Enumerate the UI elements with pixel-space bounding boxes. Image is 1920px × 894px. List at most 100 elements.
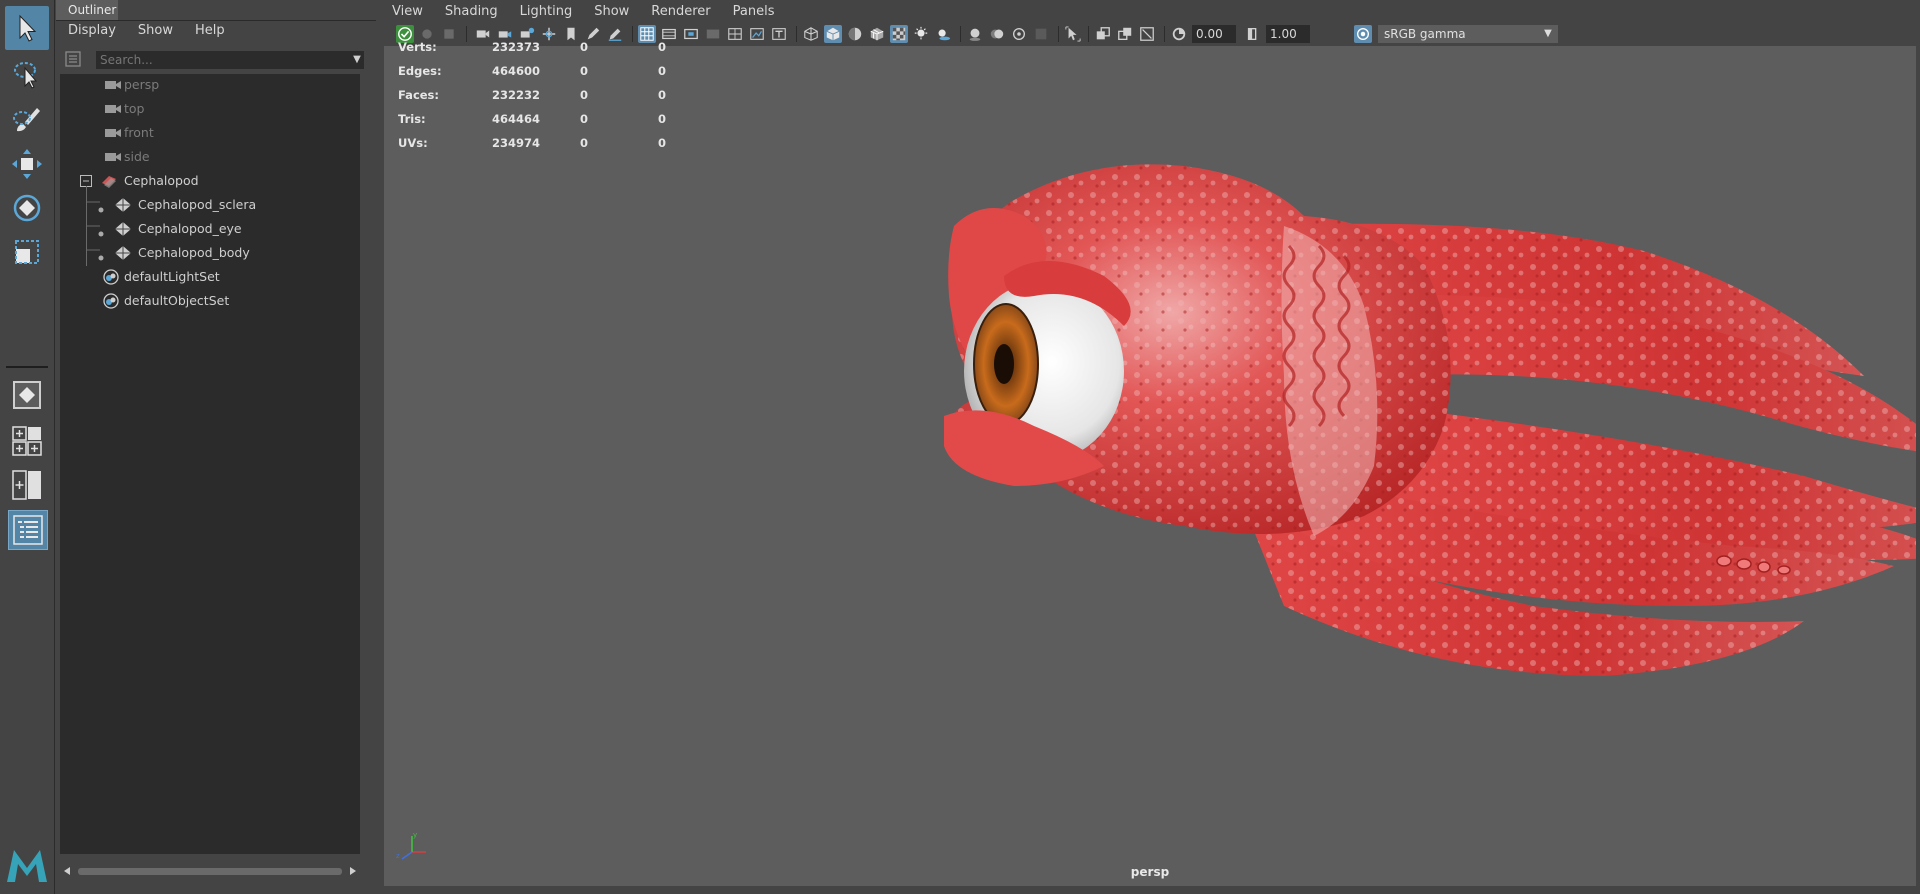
gate-mask-icon[interactable] — [704, 25, 722, 43]
depth-of-field-icon[interactable] — [1032, 25, 1050, 43]
safe-action-icon[interactable] — [748, 25, 766, 43]
menu-renderer[interactable]: Renderer — [651, 4, 710, 19]
hud-label: UVs: — [398, 136, 428, 150]
list-item-default-light-set[interactable]: defaultLightSet — [60, 266, 360, 288]
toolbar-separator — [1058, 26, 1059, 42]
exposure-icon[interactable] — [1170, 25, 1188, 43]
scale-tool-icon[interactable] — [5, 230, 49, 274]
anti-aliasing-icon[interactable] — [1010, 25, 1028, 43]
list-item-cephalopod-eye[interactable]: Cephalopod_eye — [60, 218, 360, 240]
smooth-shade-icon[interactable] — [824, 25, 842, 43]
hud-value: 0 — [580, 112, 589, 126]
screen-space-ao-icon[interactable] — [966, 25, 984, 43]
hud-value: 0 — [580, 136, 589, 150]
hud-value: 0 — [580, 88, 589, 102]
four-pane-layout-icon[interactable] — [8, 422, 46, 460]
list-item-default-object-set[interactable]: defaultObjectSet — [60, 290, 360, 312]
outliner-layout-icon[interactable] — [8, 510, 48, 550]
use-all-lights-icon[interactable] — [912, 25, 930, 43]
list-item-cephalopod-sclera[interactable]: Cephalopod_sclera — [60, 194, 360, 216]
camera-name-label: persp — [1130, 865, 1170, 879]
gamma-field[interactable]: 1.00 — [1266, 25, 1310, 43]
default-material-icon[interactable] — [846, 25, 864, 43]
list-item-label: Cephalopod_sclera — [138, 197, 257, 212]
camera-icon — [104, 77, 122, 93]
resolution-gate-icon[interactable] — [682, 25, 700, 43]
move-tool-icon[interactable] — [5, 142, 49, 186]
xray-joints-icon[interactable] — [1138, 25, 1156, 43]
field-chart-icon[interactable] — [726, 25, 744, 43]
chevron-down-icon[interactable]: ▼ — [350, 53, 364, 67]
outliner-search-input[interactable] — [96, 51, 364, 69]
hud-label: Edges: — [398, 64, 442, 78]
scrollbar-thumb[interactable] — [78, 868, 342, 875]
camera-icon — [104, 125, 122, 141]
chevron-down-icon[interactable]: ▼ — [1538, 25, 1558, 43]
gamma-icon[interactable] — [1244, 25, 1262, 43]
select-tool-icon[interactable] — [5, 6, 49, 50]
shadows-icon[interactable] — [934, 25, 952, 43]
motion-blur-icon[interactable] — [988, 25, 1006, 43]
single-pane-layout-icon[interactable] — [8, 376, 46, 414]
isolate-select-icon[interactable] — [1064, 25, 1082, 43]
svg-text:y: y — [413, 831, 417, 839]
outliner-horizontal-scrollbar[interactable] — [60, 864, 360, 878]
toolbar-separator — [1164, 26, 1165, 42]
list-item-top[interactable]: top — [60, 98, 360, 120]
scroll-right-icon[interactable] — [348, 866, 358, 876]
safe-title-icon[interactable] — [770, 25, 788, 43]
exposure-field[interactable]: 0.00 — [1192, 25, 1236, 43]
xray-active-components-icon[interactable] — [1116, 25, 1134, 43]
cephalopod-model[interactable] — [384, 46, 1916, 886]
tab-divider — [56, 20, 376, 21]
menu-shading[interactable]: Shading — [445, 4, 498, 19]
tool-box — [0, 0, 55, 894]
wireframe-icon[interactable] — [802, 25, 820, 43]
menu-show[interactable]: Show — [594, 4, 629, 19]
hud-value: 0 — [658, 64, 667, 78]
mesh-icon — [114, 197, 132, 213]
rotate-tool-icon[interactable] — [5, 186, 49, 230]
two-pane-layout-icon[interactable] — [8, 466, 46, 504]
list-item-label: top — [124, 101, 145, 116]
bullet-icon — [98, 250, 104, 261]
viewport-canvas[interactable]: Verts: 232373 0 0 Edges: 464600 0 0 Face… — [384, 40, 1916, 886]
textured-icon[interactable] — [890, 25, 908, 43]
color-space-select[interactable]: sRGB gamma ▼ — [1378, 25, 1558, 43]
hud-row-faces: Faces: 232232 0 0 — [398, 84, 678, 108]
outliner-menu-help[interactable]: Help — [195, 22, 225, 40]
list-item-front[interactable]: front — [60, 122, 360, 144]
list-item-label: persp — [124, 77, 160, 92]
outliner-menu-show[interactable]: Show — [138, 22, 173, 40]
lasso-tool-icon[interactable] — [5, 52, 49, 96]
outliner-menubar: Display Show Help — [68, 22, 247, 40]
hud-value: 0 — [580, 40, 589, 54]
menu-panels[interactable]: Panels — [733, 4, 775, 19]
scroll-left-icon[interactable] — [62, 866, 72, 876]
hud-value: 232373 — [492, 40, 541, 54]
hud-row-uvs: UVs: 234974 0 0 — [398, 132, 678, 156]
maya-logo-icon — [4, 846, 50, 886]
toolbar-separator — [796, 26, 797, 42]
list-item-label: side — [124, 149, 150, 164]
outliner-tab[interactable]: Outliner — [56, 0, 118, 20]
paint-select-tool-icon[interactable] — [5, 98, 49, 142]
list-item-persp[interactable]: persp — [60, 74, 360, 96]
wireframe-on-shaded-icon[interactable] — [868, 25, 886, 43]
mesh-icon — [114, 245, 132, 261]
filter-icon[interactable] — [64, 50, 82, 68]
hud-value: 464600 — [492, 64, 541, 78]
toolbox-divider — [6, 366, 48, 368]
list-item-label: front — [124, 125, 154, 140]
list-item-side[interactable]: side — [60, 146, 360, 168]
list-item-label: defaultLightSet — [124, 269, 220, 284]
menu-view[interactable]: View — [392, 4, 423, 19]
outliner-menu-display[interactable]: Display — [68, 22, 116, 40]
xray-icon[interactable] — [1094, 25, 1112, 43]
hud-label: Tris: — [398, 112, 426, 126]
outliner-panel: Outliner Display Show Help ▼ persp top f… — [56, 0, 425, 894]
menu-lighting[interactable]: Lighting — [520, 4, 573, 19]
viewport-panel: View Shading Lighting Show Renderer Pane… — [382, 0, 1920, 894]
list-item-cephalopod-body[interactable]: Cephalopod_body — [60, 242, 360, 264]
color-management-icon[interactable] — [1354, 25, 1372, 43]
